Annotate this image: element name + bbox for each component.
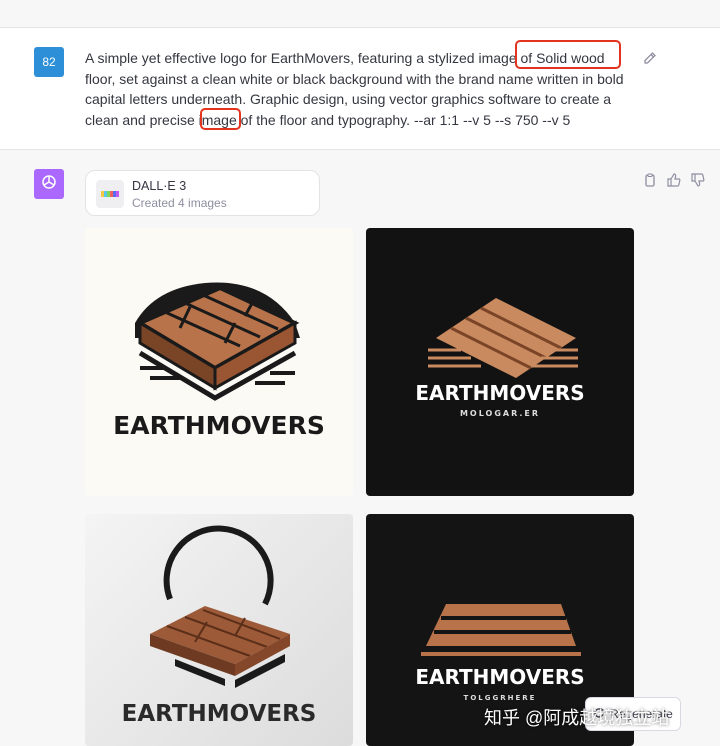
edit-icon[interactable] [642,50,658,66]
image-1-brand: EARTHMOVERS [113,411,325,440]
openai-icon [40,173,58,196]
dalle-thumbnail [96,180,124,208]
image-2-tagline: MOLOGAR.ER [460,409,540,418]
watermark: 知乎 @阿成越境独立站 [484,708,670,728]
tool-name: DALL·E 3 [132,179,187,193]
image-4-tagline: TOLGGRHERE [464,694,537,702]
generated-image-1[interactable]: EARTHMOVERS [85,228,353,496]
image-2-brand: EARTHMOVERS [415,381,584,405]
copy-icon[interactable] [642,172,658,188]
message-actions [642,172,706,188]
dalle-tool-card[interactable]: DALL·E 3 Created 4 images [85,170,320,216]
image-4-brand: EARTHMOVERS [415,665,584,689]
highlight-floor [200,108,241,130]
thumbs-up-icon[interactable] [666,172,682,188]
image-3-brand: EARTHMOVERS [122,701,317,727]
tool-status: Created 4 images [132,196,227,210]
highlight-solid-wood-floor [515,40,621,69]
assistant-avatar [34,169,64,199]
thumbs-down-icon[interactable] [690,172,706,188]
generated-image-2[interactable]: EARTHMOVERS MOLOGAR.ER [366,228,634,496]
user-avatar: 82 [34,47,64,77]
top-bar [0,0,720,28]
generated-image-3[interactable]: EARTHMOVERS [85,514,353,746]
